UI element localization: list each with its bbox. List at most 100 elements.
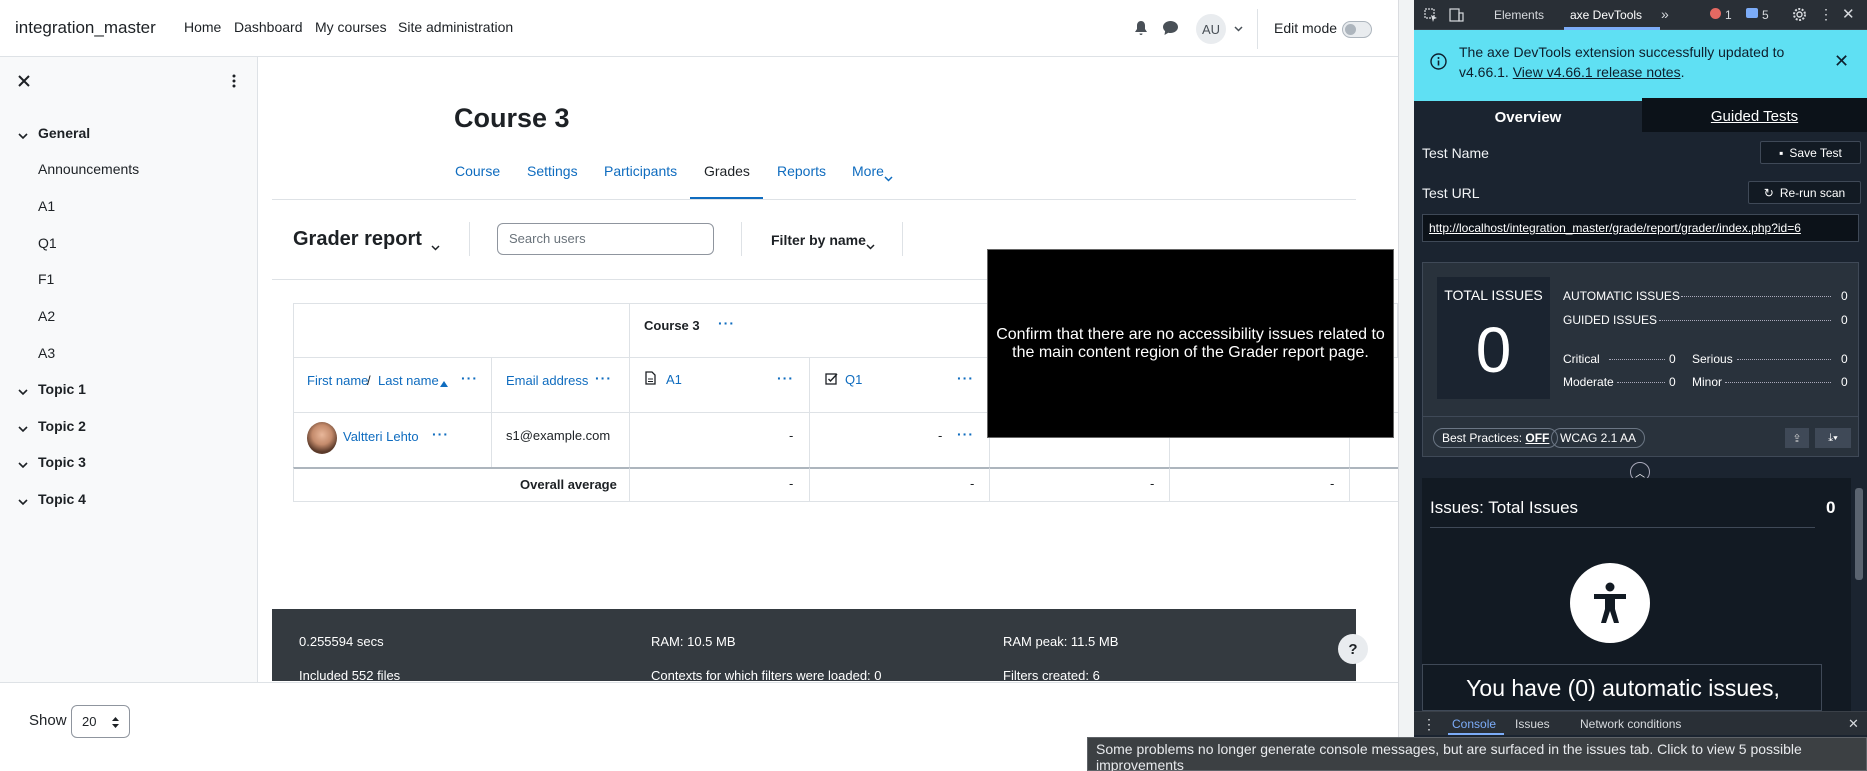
edit-mode-toggle[interactable] bbox=[1342, 21, 1372, 38]
tab-course[interactable]: Course bbox=[455, 163, 500, 179]
drawer-menu-icon[interactable]: ⋮ bbox=[1422, 716, 1436, 733]
overall-a2-value: - bbox=[1330, 476, 1335, 491]
device-toolbar-icon[interactable] bbox=[1449, 8, 1464, 25]
user-name-link[interactable]: Valtteri Lehto bbox=[343, 429, 419, 444]
section-topic-3[interactable]: Topic 3 bbox=[38, 454, 86, 470]
table-row-a1-cell[interactable] bbox=[629, 412, 810, 468]
tab-overview[interactable]: Overview bbox=[1414, 109, 1642, 126]
section-general[interactable]: General bbox=[38, 125, 90, 141]
section-topic-1[interactable]: Topic 1 bbox=[38, 381, 86, 397]
share-icon[interactable]: ⇪ bbox=[1785, 428, 1809, 448]
tab-reports[interactable]: Reports bbox=[777, 163, 826, 179]
section-topic-4[interactable]: Topic 4 bbox=[38, 491, 86, 507]
first-name-sort-link[interactable]: First name bbox=[307, 373, 368, 388]
tab-issues[interactable]: Issues bbox=[1515, 717, 1550, 731]
q1-grade-value: - bbox=[938, 428, 943, 443]
activity-q1[interactable]: Q1 bbox=[38, 235, 57, 251]
nav-dashboard[interactable]: Dashboard bbox=[234, 19, 303, 35]
nav-site-administration[interactable]: Site administration bbox=[398, 19, 513, 35]
q1-cell-actions-icon[interactable]: ··· bbox=[957, 426, 974, 442]
test-url-link[interactable]: http://localhost/integration_master/grad… bbox=[1422, 214, 1859, 242]
more-chevron-down-icon[interactable] bbox=[884, 169, 893, 185]
moderate-label: Moderate bbox=[1563, 375, 1614, 389]
error-count[interactable]: 1 bbox=[1725, 8, 1732, 22]
messages-icon[interactable] bbox=[1162, 20, 1178, 36]
tab-guided-tests[interactable]: Guided Tests bbox=[1642, 108, 1867, 125]
a1-column-actions-icon[interactable]: ··· bbox=[777, 370, 794, 386]
user-actions-icon[interactable]: ··· bbox=[432, 426, 449, 442]
footer-ram: RAM: 10.5 MB bbox=[651, 634, 736, 649]
general-chevron-down-icon[interactable] bbox=[18, 127, 30, 140]
release-notes-link[interactable]: View v4.66.1 release notes bbox=[1513, 64, 1681, 80]
rerun-scan-button[interactable]: ↻ Re-run scan bbox=[1748, 181, 1861, 204]
search-users-input[interactable]: Search users bbox=[497, 223, 714, 255]
save-test-button[interactable]: ▪ Save Test bbox=[1760, 141, 1861, 164]
serious-count: 0 bbox=[1841, 352, 1848, 366]
help-button[interactable]: ? bbox=[1338, 634, 1368, 664]
topic4-chevron-down-icon[interactable] bbox=[18, 493, 30, 506]
category-actions-icon[interactable]: ··· bbox=[718, 315, 735, 331]
notification-bell-icon[interactable] bbox=[1133, 20, 1149, 36]
test-url-label: Test URL bbox=[1422, 185, 1480, 201]
close-banner-icon[interactable]: ✕ bbox=[1834, 51, 1849, 72]
user-menu-chevron-down-icon[interactable] bbox=[1233, 24, 1243, 34]
export-download-icon[interactable]: ⤓▾ bbox=[1815, 428, 1851, 448]
tab-more[interactable]: More bbox=[852, 163, 884, 179]
activity-f1[interactable]: F1 bbox=[38, 271, 54, 287]
tab-settings[interactable]: Settings bbox=[527, 163, 578, 179]
more-tabs-icon[interactable]: » bbox=[1661, 6, 1669, 22]
drawer-more-icon[interactable] bbox=[228, 74, 240, 88]
inspect-element-icon[interactable] bbox=[1424, 8, 1438, 25]
email-sort-link[interactable]: Email address bbox=[506, 373, 588, 388]
nav-home[interactable]: Home bbox=[184, 19, 221, 35]
user-avatar[interactable]: AU bbox=[1196, 14, 1226, 44]
q1-column-actions-icon[interactable]: ··· bbox=[957, 370, 974, 386]
close-drawer-panel-icon[interactable]: ✕ bbox=[1848, 716, 1859, 732]
close-devtools-icon[interactable]: ✕ bbox=[1842, 5, 1855, 23]
devtools-menu-icon[interactable]: ⋮ bbox=[1819, 6, 1833, 23]
tab-axe-devtools[interactable]: axe DevTools bbox=[1570, 8, 1642, 22]
message-icon[interactable] bbox=[1746, 8, 1758, 18]
activity-a3[interactable]: A3 bbox=[38, 345, 55, 361]
wcag-level-selector[interactable]: WCAG 2.1 AA bbox=[1551, 428, 1646, 448]
scrollbar-thumb[interactable] bbox=[1855, 488, 1863, 580]
activity-announcements[interactable]: Announcements bbox=[38, 161, 139, 177]
topic1-chevron-down-icon[interactable] bbox=[18, 383, 30, 396]
error-icon[interactable] bbox=[1710, 8, 1721, 19]
activity-a1[interactable]: A1 bbox=[38, 198, 55, 214]
nav-my-courses[interactable]: My courses bbox=[315, 19, 387, 35]
topic3-chevron-down-icon[interactable] bbox=[18, 456, 30, 469]
last-name-sort-link[interactable]: Last name bbox=[378, 373, 439, 388]
filter-by-name-button[interactable]: Filter by name bbox=[771, 232, 866, 248]
a1-column-link[interactable]: A1 bbox=[666, 372, 682, 387]
page-scrollbar[interactable] bbox=[1398, 0, 1414, 771]
tab-elements[interactable]: Elements bbox=[1494, 8, 1544, 22]
tab-network-conditions[interactable]: Network conditions bbox=[1580, 717, 1681, 731]
tab-participants[interactable]: Participants bbox=[604, 163, 677, 179]
tab-guided-tests-wrap[interactable]: Guided Tests bbox=[1642, 98, 1867, 132]
topic2-chevron-down-icon[interactable] bbox=[18, 420, 30, 433]
a1-grade-value: - bbox=[789, 428, 794, 443]
devtools-scrollbar[interactable] bbox=[1851, 478, 1867, 711]
filter-chevron-down-icon[interactable] bbox=[866, 237, 875, 253]
tab-grades[interactable]: Grades bbox=[704, 163, 750, 179]
tab-overview-wrap[interactable]: Overview bbox=[1414, 98, 1642, 132]
show-per-page-select[interactable]: 20 bbox=[71, 705, 130, 738]
settings-gear-icon[interactable] bbox=[1792, 7, 1807, 25]
grader-report-selector[interactable]: Grader report bbox=[293, 228, 422, 251]
section-topic-2[interactable]: Topic 2 bbox=[38, 418, 86, 434]
site-name[interactable]: integration_master bbox=[15, 18, 156, 38]
message-count[interactable]: 5 bbox=[1762, 8, 1769, 22]
critical-leader bbox=[1609, 359, 1665, 360]
console-drawer-bar: ⋮ Console Issues Network conditions ✕ bbox=[1414, 711, 1867, 735]
course-index-drawer: General Announcements A1 Q1 F1 A2 A3 Top… bbox=[0, 57, 258, 682]
name-column-actions-icon[interactable]: ··· bbox=[461, 370, 478, 386]
close-drawer-icon[interactable] bbox=[17, 74, 31, 88]
activity-a2[interactable]: A2 bbox=[38, 308, 55, 324]
report-chevron-down-icon[interactable] bbox=[431, 238, 440, 254]
best-practices-toggle[interactable]: Best Practices: OFF bbox=[1433, 428, 1559, 448]
q1-column-link[interactable]: Q1 bbox=[845, 372, 862, 387]
email-column-actions-icon[interactable]: ··· bbox=[595, 370, 612, 386]
tab-console[interactable]: Console bbox=[1452, 717, 1496, 731]
issues-divider bbox=[1430, 527, 1815, 528]
